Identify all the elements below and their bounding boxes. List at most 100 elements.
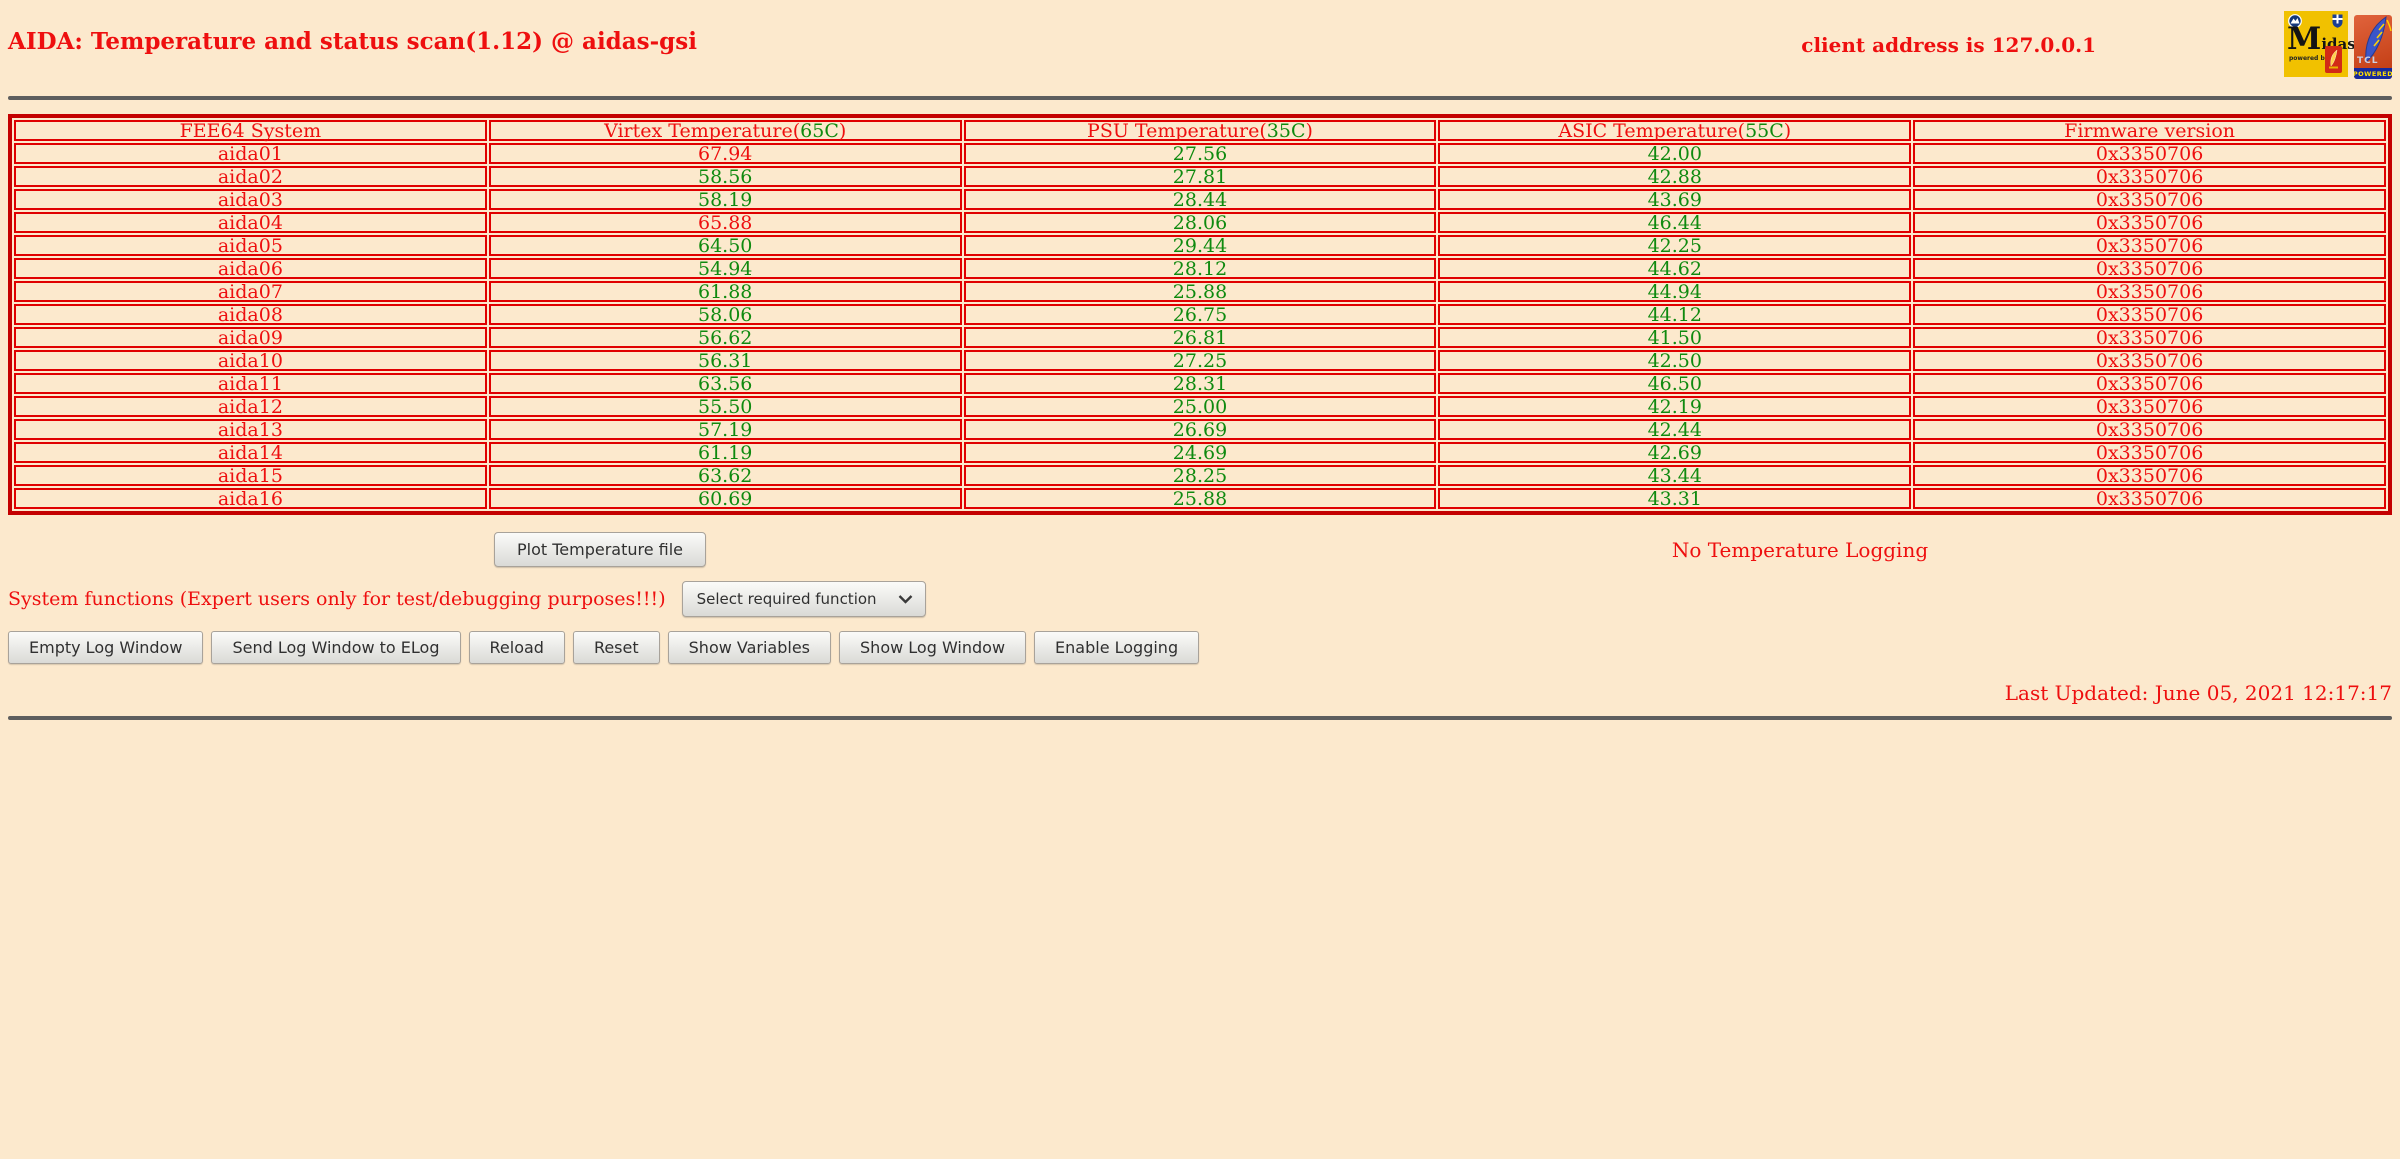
header-threshold: 65C — [800, 120, 839, 142]
virtex-temp-cell: 58.19 — [488, 189, 962, 210]
midas-logo[interactable]: Midas powered by — [2284, 11, 2356, 77]
psu-temp-cell: 24.69 — [963, 442, 1437, 463]
table-row: aida01 67.94 27.56 42.00 0x3350706 — [14, 143, 2386, 164]
system-functions-label: System functions (Expert users only for … — [8, 588, 666, 610]
asic-temp-cell: 42.44 — [1438, 419, 1912, 440]
virtex-temp-cell: 65.88 — [488, 212, 962, 233]
psu-temp-cell: 25.88 — [963, 488, 1437, 509]
top-divider — [8, 96, 2392, 100]
firmware-cell: 0x3350706 — [1913, 304, 2386, 325]
reload-button[interactable]: Reload — [468, 631, 565, 664]
firmware-cell: 0x3350706 — [1913, 442, 2386, 463]
send-log-window-to-elog-button[interactable]: Send Log Window to ELog — [211, 631, 461, 664]
asic-temp-cell: 42.25 — [1438, 235, 1912, 256]
firmware-cell: 0x3350706 — [1913, 396, 2386, 417]
asic-temp-cell: 42.00 — [1438, 143, 1912, 164]
col-header-fee64-system: FEE64 System — [14, 120, 487, 141]
asic-temp-cell: 42.69 — [1438, 442, 1912, 463]
table-row: aida03 58.19 28.44 43.69 0x3350706 — [14, 189, 2386, 210]
asic-temp-cell: 44.62 — [1438, 258, 1912, 279]
page-title: AIDA: Temperature and status scan(1.12) … — [8, 28, 697, 55]
fee64-system-cell: aida01 — [14, 143, 487, 164]
firmware-cell: 0x3350706 — [1913, 258, 2386, 279]
header-label: Firmware version — [2064, 120, 2236, 142]
virtex-temp-cell: 55.50 — [488, 396, 962, 417]
header-label: Virtex Temperature( — [604, 120, 801, 142]
fee64-system-cell: aida13 — [14, 419, 487, 440]
table-row: aida16 60.69 25.88 43.31 0x3350706 — [14, 488, 2386, 509]
last-updated: Last Updated: June 05, 2021 12:17:17 — [2004, 681, 2392, 705]
table-row: aida12 55.50 25.00 42.19 0x3350706 — [14, 396, 2386, 417]
show-log-window-button[interactable]: Show Log Window — [839, 631, 1027, 664]
function-select[interactable]: Select required function — [681, 581, 926, 617]
log-buttons-row: Empty Log Window Send Log Window to ELog… — [8, 631, 2400, 664]
asic-temp-cell: 43.44 — [1438, 465, 1912, 486]
firmware-cell: 0x3350706 — [1913, 327, 2386, 348]
psu-temp-cell: 28.06 — [963, 212, 1437, 233]
tcl-powered-label: POWERED — [2354, 69, 2392, 78]
table-row: aida09 56.62 26.81 41.50 0x3350706 — [14, 327, 2386, 348]
header-label: FEE64 System — [179, 120, 322, 142]
virtex-temp-cell: 64.50 — [488, 235, 962, 256]
plot-column: Plot Temperature file — [0, 532, 1200, 567]
virtex-temp-cell: 67.94 — [488, 143, 962, 164]
col-header-firmware-version: Firmware version — [1913, 120, 2386, 141]
plot-and-logging-row: Plot Temperature file No Temperature Log… — [0, 532, 2400, 567]
psu-temp-cell: 28.25 — [963, 465, 1437, 486]
virtex-temp-cell: 58.06 — [488, 304, 962, 325]
asic-temp-cell: 46.44 — [1438, 212, 1912, 233]
client-address: client address is 127.0.0.1 — [1801, 33, 2096, 57]
tcl-powered-logo[interactable]: TCL POWERED — [2354, 15, 2392, 79]
virtex-temp-cell: 57.19 — [488, 419, 962, 440]
function-select-wrapper: Select required function — [681, 581, 926, 617]
asic-temp-cell: 42.50 — [1438, 350, 1912, 371]
asic-temp-cell: 43.31 — [1438, 488, 1912, 509]
virtex-temp-cell: 58.56 — [488, 166, 962, 187]
virtex-temp-cell: 56.62 — [488, 327, 962, 348]
logo-group: Midas powered by TCL POWERED — [2284, 11, 2392, 79]
enable-logging-button[interactable]: Enable Logging — [1034, 631, 1200, 664]
tcl-feather-mini-icon — [2325, 46, 2342, 73]
reset-button[interactable]: Reset — [572, 631, 660, 664]
table-row: aida11 63.56 28.31 46.50 0x3350706 — [14, 373, 2386, 394]
table-row: aida05 64.50 29.44 42.25 0x3350706 — [14, 235, 2386, 256]
firmware-cell: 0x3350706 — [1913, 281, 2386, 302]
table-row: aida14 61.19 24.69 42.69 0x3350706 — [14, 442, 2386, 463]
fee64-system-cell: aida12 — [14, 396, 487, 417]
table-row: aida08 58.06 26.75 44.12 0x3350706 — [14, 304, 2386, 325]
fee64-system-cell: aida16 — [14, 488, 487, 509]
psu-temp-cell: 27.56 — [963, 143, 1437, 164]
virtex-temp-cell: 56.31 — [488, 350, 962, 371]
psu-temp-cell: 28.31 — [963, 373, 1437, 394]
show-variables-button[interactable]: Show Variables — [667, 631, 832, 664]
psu-temp-cell: 28.12 — [963, 258, 1437, 279]
plot-temperature-file-button[interactable]: Plot Temperature file — [493, 532, 707, 567]
table-row: aida07 61.88 25.88 44.94 0x3350706 — [14, 281, 2386, 302]
firmware-cell: 0x3350706 — [1913, 488, 2386, 509]
table-row: aida06 54.94 28.12 44.62 0x3350706 — [14, 258, 2386, 279]
table-row: aida02 58.56 27.81 42.88 0x3350706 — [14, 166, 2386, 187]
col-header-virtex-temperature: Virtex Temperature(65C) — [488, 120, 962, 142]
temperature-logging-status: No Temperature Logging — [1671, 537, 1929, 562]
virtex-temp-cell: 61.19 — [488, 442, 962, 463]
col-header-asic-temperature: ASIC Temperature(55C) — [1438, 120, 1912, 142]
fee64-system-cell: aida09 — [14, 327, 487, 348]
header-label: ASIC Temperature( — [1558, 120, 1746, 142]
psu-temp-cell: 27.81 — [963, 166, 1437, 187]
asic-temp-cell: 44.94 — [1438, 281, 1912, 302]
psu-temp-cell: 26.75 — [963, 304, 1437, 325]
asic-temp-cell: 44.12 — [1438, 304, 1912, 325]
asic-temp-cell: 42.19 — [1438, 396, 1912, 417]
psu-temp-cell: 27.25 — [963, 350, 1437, 371]
fee64-system-cell: aida05 — [14, 235, 487, 256]
empty-log-window-button[interactable]: Empty Log Window — [8, 631, 204, 664]
fee64-system-cell: aida14 — [14, 442, 487, 463]
table-row: aida04 65.88 28.06 46.44 0x3350706 — [14, 212, 2386, 233]
fee64-system-cell: aida04 — [14, 212, 487, 233]
midas-powered-by-label: powered by — [2289, 55, 2329, 62]
table-row: aida15 63.62 28.25 43.44 0x3350706 — [14, 465, 2386, 486]
firmware-cell: 0x3350706 — [1913, 212, 2386, 233]
tcl-powered-strip: POWERED — [2354, 68, 2392, 79]
virtex-temp-cell: 63.62 — [488, 465, 962, 486]
table-row: aida10 56.31 27.25 42.50 0x3350706 — [14, 350, 2386, 371]
